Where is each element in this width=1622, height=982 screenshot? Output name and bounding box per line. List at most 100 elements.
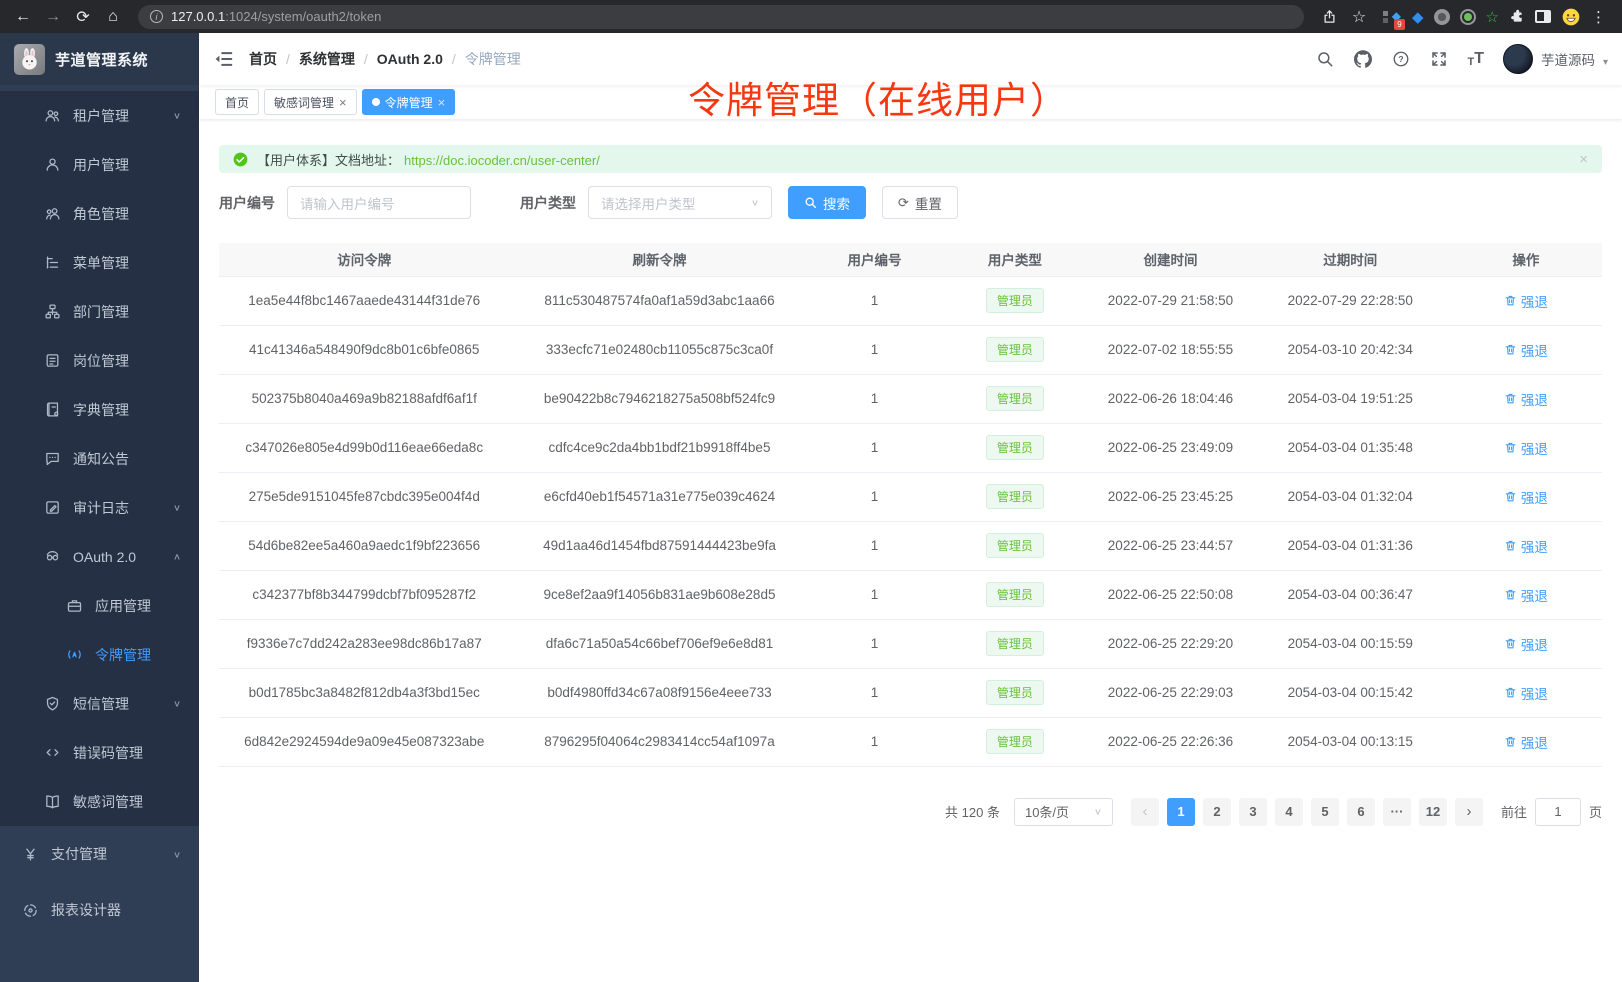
fullscreen-icon[interactable] (1429, 50, 1448, 69)
force-logout-button[interactable]: 强退 (1504, 487, 1548, 507)
force-logout-button[interactable]: 强退 (1504, 291, 1548, 311)
sidebar-item[interactable]: 敏感词管理 (0, 777, 199, 826)
table-row: c342377bf8b344799dcbf7bf095287f2 9ce8ef2… (219, 570, 1602, 619)
github-icon[interactable] (1353, 50, 1372, 69)
alert-close-icon[interactable]: × (1579, 151, 1588, 168)
prev-page-button[interactable]: ‹ (1131, 798, 1159, 826)
browser-reload-icon[interactable]: ⟳ (70, 4, 96, 30)
breadcrumb-item[interactable]: 首页 (249, 49, 277, 69)
side-panel-icon[interactable] (1535, 10, 1551, 23)
sidebar-item[interactable]: 通知公告 (0, 434, 199, 483)
user-menu[interactable]: 芋道源码 ▾ (1503, 44, 1608, 74)
force-logout-button[interactable]: 强退 (1504, 634, 1548, 654)
sidebar-item[interactable]: 令牌管理 (0, 630, 199, 679)
refresh-token-cell: 8796295f04064c2983414cc54af1097a (509, 717, 809, 766)
page-button[interactable]: 5 (1311, 798, 1339, 826)
gray-extension-icon[interactable] (1434, 9, 1450, 25)
force-logout-button[interactable]: 强退 (1504, 389, 1548, 409)
profile-avatar-icon[interactable] (1561, 7, 1581, 27)
browser-back-icon[interactable]: ← (10, 4, 36, 30)
goto-page-input[interactable]: 1 (1535, 798, 1581, 826)
created-time-cell: 2022-07-02 18:55:55 (1090, 325, 1250, 374)
tab[interactable]: 首页 (215, 89, 259, 115)
expire-time-cell: 2054-03-04 01:31:36 (1251, 521, 1450, 570)
page-button[interactable]: 3 (1239, 798, 1267, 826)
user-type-cell: 管理员 (940, 570, 1091, 619)
extensions-cluster: ◆ 9 ◆ ☆ ⋮ (1376, 7, 1612, 27)
token-table: 访问令牌刷新令牌用户编号用户类型创建时间过期时间操作 1ea5e44f8bc14… (219, 243, 1602, 767)
force-logout-button[interactable]: 强退 (1504, 585, 1548, 605)
help-icon[interactable]: ? (1391, 50, 1410, 69)
record-extension-icon[interactable] (1460, 9, 1476, 25)
tab[interactable]: 令牌管理 × (362, 89, 456, 115)
breadcrumb-item[interactable]: 令牌管理 (465, 49, 521, 69)
bookmark-star-icon[interactable]: ☆ (1346, 4, 1372, 30)
screen: ← → ⟳ ⌂ i 127.0.0.1:1024/system/oauth2/t… (0, 0, 1622, 982)
tab-close-icon[interactable]: × (339, 96, 347, 109)
menu-fold-icon[interactable] (213, 48, 235, 70)
site-info-icon[interactable]: i (150, 10, 163, 23)
extension-grid-icon[interactable]: ◆ 9 (1382, 8, 1402, 26)
created-time-cell: 2022-06-26 18:04:46 (1090, 374, 1250, 423)
page-size-select[interactable]: 10条/页∨ (1014, 798, 1113, 826)
font-size-icon[interactable]: TT (1467, 50, 1484, 68)
user-id-cell: 1 (810, 325, 940, 374)
sidebar-item[interactable]: 审计日志 ∨ (0, 483, 199, 532)
created-time-cell: 2022-06-25 22:29:20 (1090, 619, 1250, 668)
page-button[interactable]: 12 (1419, 798, 1447, 826)
sidebar-item[interactable]: 应用管理 (0, 581, 199, 630)
page-button[interactable]: 6 (1347, 798, 1375, 826)
page-button[interactable]: 2 (1203, 798, 1231, 826)
force-logout-button[interactable]: 强退 (1504, 732, 1548, 752)
doc-link[interactable]: https://doc.iocoder.cn/user-center/ (404, 153, 600, 168)
user-id-cell: 1 (810, 423, 940, 472)
navbar: 首页 / 系统管理 / OAuth 2.0 / 令牌管理 (199, 33, 1622, 85)
sidebar-item[interactable]: OAuth 2.0 ∧ (0, 532, 199, 581)
address-bar[interactable]: i 127.0.0.1:1024/system/oauth2/token (138, 5, 1304, 29)
sidebar-item[interactable]: 短信管理 ∨ (0, 679, 199, 728)
sidebar-item[interactable]: 支付管理 ∨ (0, 826, 199, 882)
sidebar-item[interactable]: 错误码管理 (0, 728, 199, 777)
breadcrumb-item[interactable]: 系统管理 (299, 49, 355, 69)
gem-extension-icon[interactable]: ◆ (1412, 8, 1424, 26)
browser-forward-icon[interactable]: → (40, 4, 66, 30)
search-button[interactable]: 搜索 (788, 186, 866, 219)
chevron-down-icon: ∨ (751, 197, 759, 207)
user-type-tag: 管理员 (986, 533, 1044, 558)
force-logout-button[interactable]: 强退 (1504, 438, 1548, 458)
next-page-button[interactable]: › (1455, 798, 1483, 826)
tab[interactable]: 敏感词管理 × (264, 89, 357, 115)
user-id-input[interactable]: 请输入用户编号 (287, 186, 471, 219)
sidebar-item[interactable]: 用户管理 (0, 140, 199, 189)
tab-close-icon[interactable]: × (438, 96, 446, 109)
page-button[interactable]: 4 (1275, 798, 1303, 826)
green-star-extension-icon[interactable]: ☆ (1486, 8, 1499, 26)
sidebar-item[interactable]: 租户管理 ∨ (0, 91, 199, 140)
breadcrumb-item[interactable]: OAuth 2.0 (377, 51, 443, 67)
force-logout-button[interactable]: 强退 (1504, 340, 1548, 360)
sidebar-item[interactable]: 部门管理 (0, 287, 199, 336)
user-type-select[interactable]: 请选择用户类型∨ (588, 186, 772, 219)
user-type-tag: 管理员 (986, 288, 1044, 313)
user-type-label: 用户类型 (520, 193, 576, 213)
user-id-cell: 1 (810, 472, 940, 521)
sidebar-item[interactable]: 报表设计器 (0, 882, 199, 938)
page-button[interactable]: 1 (1167, 798, 1195, 826)
share-icon[interactable] (1316, 4, 1342, 30)
sidebar-item[interactable]: 菜单管理 (0, 238, 199, 287)
force-logout-button[interactable]: 强退 (1504, 683, 1548, 703)
page-button[interactable]: ··· (1383, 798, 1411, 826)
success-check-icon (233, 152, 248, 167)
action-cell: 强退 (1450, 668, 1602, 717)
sidebar-item[interactable]: 角色管理 (0, 189, 199, 238)
force-logout-button[interactable]: 强退 (1504, 536, 1548, 556)
app-logo[interactable]: 芋道管理系统 (0, 33, 199, 85)
browser-menu-icon[interactable]: ⋮ (1591, 8, 1606, 26)
search-icon[interactable] (1315, 50, 1334, 69)
browser-home-icon[interactable]: ⌂ (100, 4, 126, 30)
reset-button[interactable]: ⟳ 重置 (882, 186, 958, 219)
refresh-token-cell: dfa6c71a50a54c66bef706ef9e6e8d81 (509, 619, 809, 668)
sidebar-item[interactable]: 字典管理 (0, 385, 199, 434)
puzzle-extensions-icon[interactable] (1509, 9, 1525, 25)
sidebar-item[interactable]: 岗位管理 (0, 336, 199, 385)
